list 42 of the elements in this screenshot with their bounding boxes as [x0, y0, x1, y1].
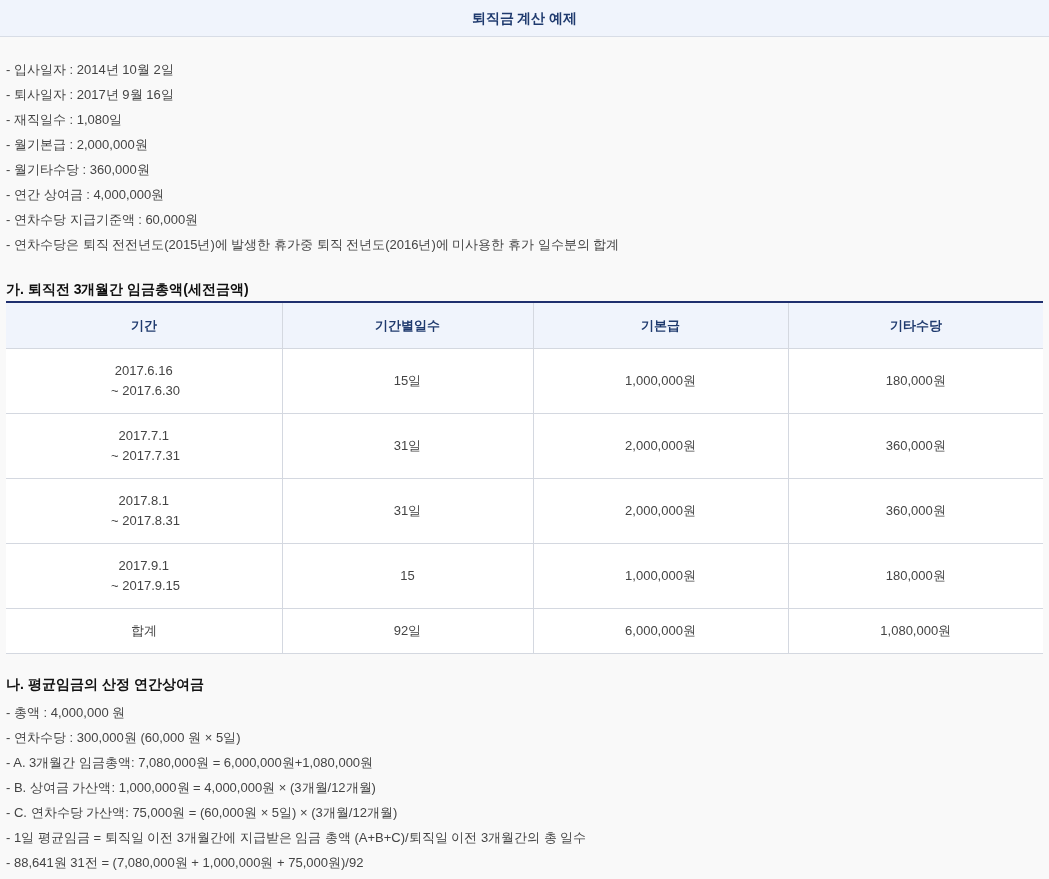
table-cell: 2017.9.1 ~ 2017.9.15 — [6, 543, 282, 609]
info-line: - 월기타수당 : 360,000원 — [6, 161, 151, 179]
info-line: - 연차수당 지급기준액 : 60,000원 — [6, 211, 200, 229]
table-cell: 합계 — [6, 608, 282, 654]
table-cell: 2,000,000원 — [533, 478, 788, 544]
info-line: - 퇴사일자 : 2017년 9월 16일 — [6, 86, 175, 104]
column-header: 기간별일수 — [282, 302, 533, 349]
info-line: - 월기본급 : 2,000,000원 — [6, 136, 149, 154]
table-cell: 31일 — [282, 413, 533, 479]
table-cell: 1,000,000원 — [533, 348, 788, 414]
calculation-line: - 1일 평균임금 = 퇴직일 이전 3개월간에 지급받은 임금 총액 (A+B+C)/퇴직일 이전 3개월간의 총 일수 — [6, 829, 588, 847]
section-heading: 나. 평균임금의 산정 연간상여금 — [6, 675, 205, 694]
table-cell: 2017.8.1 ~ 2017.8.31 — [6, 478, 282, 544]
table-cell: 360,000원 — [788, 478, 1043, 544]
info-line: - 연간 상여금 : 4,000,000원 — [6, 186, 166, 204]
calculation-line: - 연차수당 : 300,000원 (60,000 원 × 5일) — [6, 729, 242, 747]
table-cell: 15 — [282, 543, 533, 609]
table-cell: 180,000원 — [788, 348, 1043, 414]
table-cell: 1,080,000원 — [788, 608, 1043, 654]
column-header: 기본급 — [533, 302, 788, 349]
column-header: 기타수당 — [788, 302, 1043, 349]
page-title: 퇴직금 계산 예제 — [470, 9, 579, 28]
table-cell: 360,000원 — [788, 413, 1043, 479]
info-line: - 재직일수 : 1,080일 — [6, 111, 124, 129]
table-cell: 180,000원 — [788, 543, 1043, 609]
table-cell: 15일 — [282, 348, 533, 414]
table-cell: 6,000,000원 — [533, 608, 788, 654]
calculation-line: - 총액 : 4,000,000 원 — [6, 704, 127, 722]
info-line: - 연차수당은 퇴직 전전년도(2015년)에 발생한 휴가중 퇴직 전년도(2016년)에 미사용한 휴가 일수분의 합계 — [6, 236, 621, 254]
table-cell: 31일 — [282, 478, 533, 544]
info-line: - 입사일자 : 2014년 10월 2일 — [6, 61, 175, 79]
table-cell: 2017.6.16 ~ 2017.6.30 — [6, 348, 282, 414]
table-cell: 2,000,000원 — [533, 413, 788, 479]
calculation-line: - A. 3개월간 임금총액: 7,080,000원 = 6,000,000원+1,080,000원 — [6, 754, 375, 772]
table-cell: 92일 — [282, 608, 533, 654]
calculation-line: - 88,641원 31전 = (7,080,000원 + 1,000,000원 + 75,000원)/92 — [6, 854, 365, 872]
table-cell: 1,000,000원 — [533, 543, 788, 609]
calculation-line: - C. 연차수당 가산액: 75,000원 = (60,000원 × 5일) × (3개월/12개월) — [6, 804, 399, 822]
section-heading: 가. 퇴직전 3개월간 임금총액(세전금액) — [6, 280, 250, 299]
table-cell: 2017.7.1 ~ 2017.7.31 — [6, 413, 282, 479]
calculation-line: - B. 상여금 가산액: 1,000,000원 = 4,000,000원 × (3개월/12개월) — [6, 779, 377, 797]
column-header: 기간 — [6, 302, 282, 349]
